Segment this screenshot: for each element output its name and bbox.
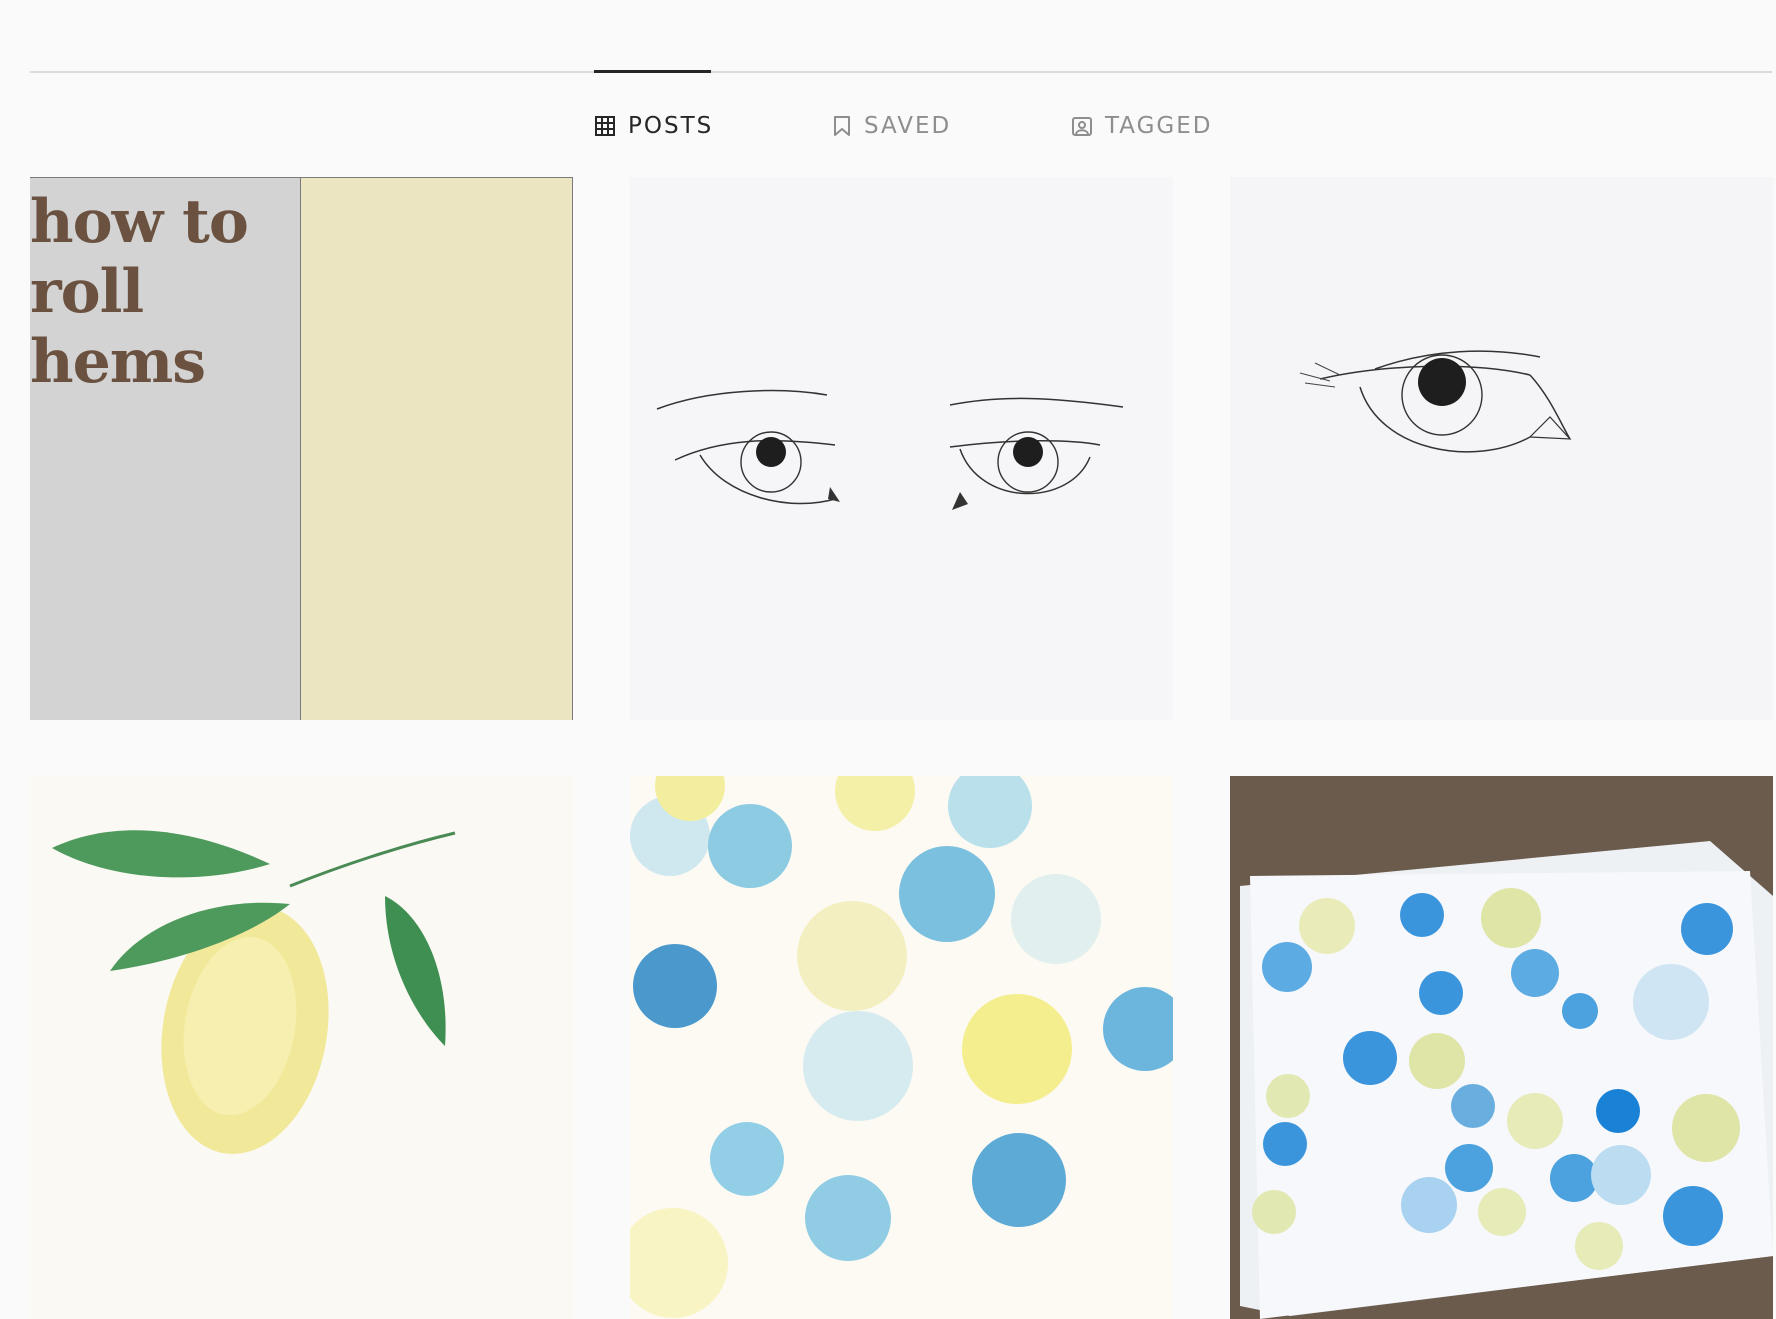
post-tile-lemon[interactable]	[30, 776, 573, 1319]
profile-divider	[30, 71, 1772, 73]
caption-line: how to	[30, 187, 249, 257]
caption-line: roll	[30, 257, 144, 327]
active-tab-indicator	[594, 70, 711, 73]
eyes-sketch-image	[656, 389, 1124, 510]
dot-cards-photo-image	[1230, 776, 1773, 1319]
caption-line: hems	[30, 327, 206, 397]
tile-top-border	[30, 177, 573, 178]
post-tile-eyes-sketch[interactable]	[630, 177, 1173, 720]
bookmark-icon	[834, 116, 850, 136]
grid-icon	[595, 116, 615, 136]
tab-tagged[interactable]: TAGGED	[1071, 108, 1212, 144]
dots-painting-image	[630, 776, 1173, 1318]
post-tile-roll-hems[interactable]: how to roll hems	[30, 177, 573, 720]
tab-posts-label: POSTS	[628, 113, 714, 139]
tab-saved[interactable]: SAVED	[832, 108, 951, 144]
post-tile-dots[interactable]	[630, 776, 1173, 1319]
tab-tagged-label: TAGGED	[1105, 113, 1213, 139]
tab-saved-label: SAVED	[864, 113, 952, 139]
post-tile-eye-sketch[interactable]	[1230, 177, 1773, 720]
tile-right-border	[572, 177, 573, 720]
tagged-person-icon	[1072, 117, 1092, 136]
hem-yellow-panel	[301, 177, 573, 720]
post-caption: how to roll hems	[30, 187, 249, 397]
eye-sketch-image	[1299, 350, 1572, 453]
lemon-painting-image	[52, 830, 456, 1154]
profile-tabs: POSTS SAVED TAGGED	[0, 108, 1776, 144]
tab-posts[interactable]: POSTS	[594, 108, 713, 144]
post-tile-dot-cards[interactable]	[1230, 776, 1773, 1319]
